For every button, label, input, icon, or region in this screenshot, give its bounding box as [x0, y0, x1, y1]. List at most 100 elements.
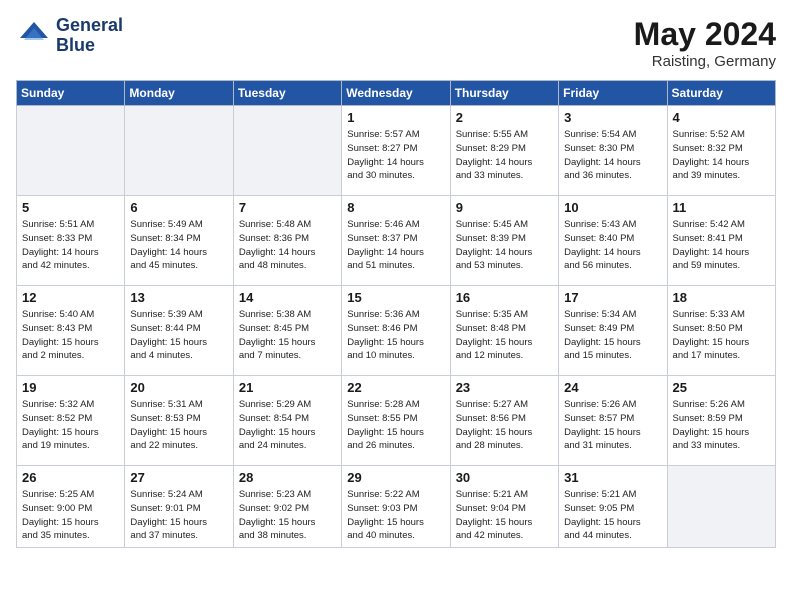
calendar-day-cell: 15 Sunrise: 5:36 AM Sunset: 8:46 PM Dayli…	[342, 286, 450, 376]
day-number: 30	[456, 470, 554, 485]
day-number: 14	[239, 290, 337, 305]
day-info: Sunrise: 5:24 AM Sunset: 9:01 PM Dayligh…	[130, 488, 228, 543]
day-info: Sunrise: 5:40 AM Sunset: 8:43 PM Dayligh…	[22, 308, 120, 363]
calendar-day-cell: 11 Sunrise: 5:42 AM Sunset: 8:41 PM Dayli…	[667, 196, 775, 286]
calendar-day-cell: 12 Sunrise: 5:40 AM Sunset: 8:43 PM Dayli…	[17, 286, 125, 376]
weekday-header: Saturday	[667, 81, 775, 106]
day-info: Sunrise: 5:36 AM Sunset: 8:46 PM Dayligh…	[347, 308, 445, 363]
calendar-week-row: 1Sunrise: 5:57 AM Sunset: 8:27 PM Daylig…	[17, 106, 776, 196]
calendar-week-row: 19 Sunrise: 5:32 AM Sunset: 8:52 PM Dayli…	[17, 376, 776, 466]
weekday-header: Wednesday	[342, 81, 450, 106]
day-info: Sunrise: 5:21 AM Sunset: 9:04 PM Dayligh…	[456, 488, 554, 543]
day-info: Sunrise: 5:22 AM Sunset: 9:03 PM Dayligh…	[347, 488, 445, 543]
calendar-day-cell: 18Sunrise: 5:33 AM Sunset: 8:50 PM Dayli…	[667, 286, 775, 376]
day-number: 9	[456, 200, 554, 215]
day-info: Sunrise: 5:49 AM Sunset: 8:34 PM Dayligh…	[130, 218, 228, 273]
calendar-day-cell: 8 Sunrise: 5:46 AM Sunset: 8:37 PM Daylig…	[342, 196, 450, 286]
weekday-header: Tuesday	[233, 81, 341, 106]
day-number: 4	[673, 110, 771, 125]
calendar-day-cell: 1Sunrise: 5:57 AM Sunset: 8:27 PM Daylig…	[342, 106, 450, 196]
title-block: May 2024 Raisting, Germany	[634, 16, 776, 70]
calendar-day-cell	[233, 106, 341, 196]
calendar-day-cell: 2 Sunrise: 5:55 AM Sunset: 8:29 PM Daylig…	[450, 106, 558, 196]
day-info: Sunrise: 5:55 AM Sunset: 8:29 PM Dayligh…	[456, 128, 554, 183]
weekday-header: Sunday	[17, 81, 125, 106]
calendar-day-cell: 24 Sunrise: 5:26 AM Sunset: 8:57 PM Dayli…	[559, 376, 667, 466]
day-number: 16	[456, 290, 554, 305]
day-info: Sunrise: 5:45 AM Sunset: 8:39 PM Dayligh…	[456, 218, 554, 273]
day-info: Sunrise: 5:42 AM Sunset: 8:41 PM Dayligh…	[673, 218, 771, 273]
calendar-day-cell: 25Sunrise: 5:26 AM Sunset: 8:59 PM Dayli…	[667, 376, 775, 466]
day-info: Sunrise: 5:21 AM Sunset: 9:05 PM Dayligh…	[564, 488, 662, 543]
calendar-day-cell: 5Sunrise: 5:51 AM Sunset: 8:33 PM Daylig…	[17, 196, 125, 286]
month-title: May 2024	[634, 16, 776, 53]
location: Raisting, Germany	[634, 53, 776, 70]
calendar-day-cell: 7 Sunrise: 5:48 AM Sunset: 8:36 PM Daylig…	[233, 196, 341, 286]
logo-icon	[16, 18, 52, 54]
day-info: Sunrise: 5:46 AM Sunset: 8:37 PM Dayligh…	[347, 218, 445, 273]
day-number: 19	[22, 380, 120, 395]
weekday-header: Monday	[125, 81, 233, 106]
day-number: 7	[239, 200, 337, 215]
calendar-day-cell: 17 Sunrise: 5:34 AM Sunset: 8:49 PM Dayli…	[559, 286, 667, 376]
calendar-table: SundayMondayTuesdayWednesdayThursdayFrid…	[16, 80, 776, 548]
day-number: 22	[347, 380, 445, 395]
day-info: Sunrise: 5:48 AM Sunset: 8:36 PM Dayligh…	[239, 218, 337, 273]
day-number: 23	[456, 380, 554, 395]
logo-text: General Blue	[56, 16, 123, 56]
day-number: 27	[130, 470, 228, 485]
day-info: Sunrise: 5:29 AM Sunset: 8:54 PM Dayligh…	[239, 398, 337, 453]
calendar-day-cell: 23 Sunrise: 5:27 AM Sunset: 8:56 PM Dayli…	[450, 376, 558, 466]
day-number: 20	[130, 380, 228, 395]
calendar-day-cell	[17, 106, 125, 196]
calendar-day-cell: 13Sunrise: 5:39 AM Sunset: 8:44 PM Dayli…	[125, 286, 233, 376]
day-number: 2	[456, 110, 554, 125]
day-number: 31	[564, 470, 662, 485]
calendar-day-cell: 10Sunrise: 5:43 AM Sunset: 8:40 PM Dayli…	[559, 196, 667, 286]
calendar-day-cell: 30 Sunrise: 5:21 AM Sunset: 9:04 PM Dayli…	[450, 466, 558, 548]
calendar-day-cell: 6Sunrise: 5:49 AM Sunset: 8:34 PM Daylig…	[125, 196, 233, 286]
day-number: 8	[347, 200, 445, 215]
page-header: General Blue May 2024 Raisting, Germany	[16, 16, 776, 70]
day-number: 17	[564, 290, 662, 305]
calendar-week-row: 5Sunrise: 5:51 AM Sunset: 8:33 PM Daylig…	[17, 196, 776, 286]
calendar-day-cell: 26 Sunrise: 5:25 AM Sunset: 9:00 PM Dayli…	[17, 466, 125, 548]
day-number: 18	[673, 290, 771, 305]
day-number: 24	[564, 380, 662, 395]
day-number: 15	[347, 290, 445, 305]
calendar-day-cell: 3Sunrise: 5:54 AM Sunset: 8:30 PM Daylig…	[559, 106, 667, 196]
calendar-day-cell	[667, 466, 775, 548]
day-number: 13	[130, 290, 228, 305]
day-info: Sunrise: 5:26 AM Sunset: 8:57 PM Dayligh…	[564, 398, 662, 453]
day-info: Sunrise: 5:32 AM Sunset: 8:52 PM Dayligh…	[22, 398, 120, 453]
day-number: 3	[564, 110, 662, 125]
calendar-day-cell: 28 Sunrise: 5:23 AM Sunset: 9:02 PM Dayli…	[233, 466, 341, 548]
calendar-week-row: 12 Sunrise: 5:40 AM Sunset: 8:43 PM Dayli…	[17, 286, 776, 376]
calendar-day-cell: 29Sunrise: 5:22 AM Sunset: 9:03 PM Dayli…	[342, 466, 450, 548]
calendar-week-row: 26 Sunrise: 5:25 AM Sunset: 9:00 PM Dayli…	[17, 466, 776, 548]
day-info: Sunrise: 5:51 AM Sunset: 8:33 PM Dayligh…	[22, 218, 120, 273]
day-number: 10	[564, 200, 662, 215]
day-info: Sunrise: 5:23 AM Sunset: 9:02 PM Dayligh…	[239, 488, 337, 543]
calendar-day-cell: 31 Sunrise: 5:21 AM Sunset: 9:05 PM Dayli…	[559, 466, 667, 548]
day-number: 12	[22, 290, 120, 305]
calendar-day-cell: 27 Sunrise: 5:24 AM Sunset: 9:01 PM Dayli…	[125, 466, 233, 548]
day-info: Sunrise: 5:34 AM Sunset: 8:49 PM Dayligh…	[564, 308, 662, 363]
day-number: 28	[239, 470, 337, 485]
calendar-day-cell: 22 Sunrise: 5:28 AM Sunset: 8:55 PM Dayli…	[342, 376, 450, 466]
day-info: Sunrise: 5:35 AM Sunset: 8:48 PM Dayligh…	[456, 308, 554, 363]
weekday-header: Thursday	[450, 81, 558, 106]
day-number: 11	[673, 200, 771, 215]
day-info: Sunrise: 5:28 AM Sunset: 8:55 PM Dayligh…	[347, 398, 445, 453]
calendar-day-cell: 19 Sunrise: 5:32 AM Sunset: 8:52 PM Dayli…	[17, 376, 125, 466]
calendar-day-cell: 20 Sunrise: 5:31 AM Sunset: 8:53 PM Dayli…	[125, 376, 233, 466]
weekday-header: Friday	[559, 81, 667, 106]
day-info: Sunrise: 5:38 AM Sunset: 8:45 PM Dayligh…	[239, 308, 337, 363]
calendar-day-cell: 14 Sunrise: 5:38 AM Sunset: 8:45 PM Dayli…	[233, 286, 341, 376]
day-info: Sunrise: 5:31 AM Sunset: 8:53 PM Dayligh…	[130, 398, 228, 453]
day-info: Sunrise: 5:25 AM Sunset: 9:00 PM Dayligh…	[22, 488, 120, 543]
day-info: Sunrise: 5:26 AM Sunset: 8:59 PM Dayligh…	[673, 398, 771, 453]
day-info: Sunrise: 5:57 AM Sunset: 8:27 PM Dayligh…	[347, 128, 445, 183]
day-number: 26	[22, 470, 120, 485]
day-info: Sunrise: 5:27 AM Sunset: 8:56 PM Dayligh…	[456, 398, 554, 453]
